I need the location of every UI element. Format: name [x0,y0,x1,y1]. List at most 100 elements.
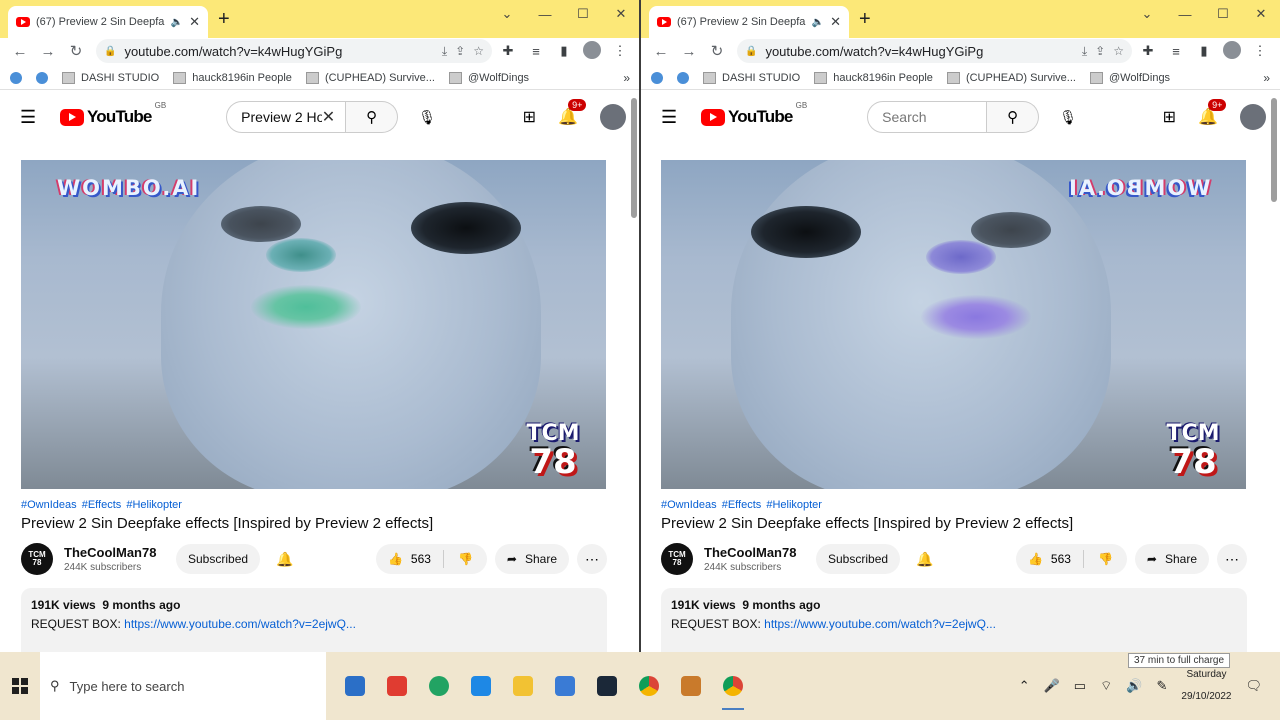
voice-search-mic-icon[interactable]: 🎙 [1053,102,1083,132]
address-bar[interactable]: 🔒 youtube.com/watch?v=k4wHugYGiPg ⤓ ⇪ ☆ [737,39,1132,63]
chevron-down-icon[interactable]: ⌄ [488,0,526,28]
subscribed-button[interactable]: Subscribed [176,544,261,574]
show-hidden-icons-icon[interactable]: ⌃ [1019,678,1030,694]
maximize-button[interactable]: ☐ [1204,0,1242,28]
request-link[interactable]: https://www.youtube.com/watch?v=2ejwQ... [764,617,996,631]
scroll-thumb[interactable] [631,98,637,218]
create-video-icon[interactable]: ⊞ [1163,107,1176,127]
bookmark-item[interactable]: @WolfDings [1089,71,1170,84]
volume-icon[interactable]: 🔊 [1126,678,1142,694]
back-icon[interactable]: ← [649,43,673,60]
channel-name[interactable]: TheCoolMan78 [704,545,802,560]
channel-avatar[interactable]: TCM 78 [661,543,693,575]
bookmark-item[interactable]: DASHI STUDIO [62,71,159,84]
youtube-logo[interactable]: YouTube GB [701,101,807,127]
notifications-bell-icon[interactable]: 🔔 9+ [1198,99,1227,127]
taskbar-search-box[interactable]: ⚲ Type here to search [40,652,326,720]
notification-bell-icon[interactable]: 🔔 [270,544,300,574]
bookmarks-overflow-button[interactable]: » [1263,71,1270,85]
share-button[interactable]: ➦ Share [494,544,569,574]
search-input[interactable]: Preview 2 Hor ✕ [226,101,347,133]
video-player[interactable]: WOMBO.AI TCM 78 [21,160,606,489]
search-button[interactable]: ⚲ [346,101,399,133]
bookmark-star-icon[interactable]: ☆ [1113,44,1124,58]
mail-icon[interactable] [462,660,500,712]
extensions-icon[interactable]: ✚ [496,43,520,59]
hamburger-menu-icon[interactable]: ☰ [661,107,685,128]
bookmark-item[interactable] [10,71,22,84]
request-link[interactable]: https://www.youtube.com/watch?v=2ejwQ... [124,617,356,631]
channel-name[interactable]: TheCoolMan78 [64,545,162,560]
minimize-button[interactable]: — [526,0,564,28]
hashtag-link[interactable]: #Helikopter [766,499,822,511]
taskbar-search-placeholder[interactable]: Type here to search [70,679,185,694]
close-window-button[interactable]: ✕ [602,0,640,28]
video-player[interactable]: WOMBO.AI TCM 78 [661,160,1246,489]
notification-bell-icon[interactable]: 🔔 [910,544,940,574]
bookmark-item[interactable]: hauck8196in People [814,71,933,84]
account-avatar[interactable] [600,104,626,130]
microphone-icon[interactable]: 🎤 [1044,678,1060,694]
file-explorer-icon[interactable] [504,660,542,712]
side-panel-icon[interactable]: ▮ [1192,43,1216,59]
search-button[interactable]: ⚲ [987,101,1040,133]
channel-avatar[interactable]: TCM 78 [21,543,53,575]
video-editor-icon[interactable] [378,660,416,712]
menu-kebab-icon[interactable]: ⋮ [608,43,632,59]
photos-icon[interactable] [546,660,584,712]
scroll-thumb[interactable] [1271,98,1277,202]
side-panel-icon[interactable]: ▮ [552,43,576,59]
forward-icon[interactable]: → [36,43,60,60]
subscribed-button[interactable]: Subscribed [816,544,901,574]
lock-icon[interactable]: 🔒 [745,46,757,57]
hashtag-link[interactable]: #OwnIdeas [661,499,717,511]
green-app-icon[interactable] [420,660,458,712]
maximize-button[interactable]: ☐ [564,0,602,28]
pen-icon[interactable]: ✎ [1157,678,1168,694]
speaker-icon[interactable]: 🔈 [812,17,824,28]
minimize-button[interactable]: — [1166,0,1204,28]
address-bar[interactable]: 🔒 youtube.com/watch?v=k4wHugYGiPg ⤓ ⇪ ☆ [96,39,492,63]
chrome-icon[interactable] [630,660,668,712]
tab-close-icon[interactable]: ✕ [189,14,200,30]
bookmark-item[interactable]: (CUPHEAD) Survive... [946,71,1076,84]
share-page-icon[interactable]: ⇪ [455,44,465,58]
hashtag-link[interactable]: #OwnIdeas [21,499,77,511]
share-button[interactable]: ➦ Share [1134,544,1209,574]
new-tab-button[interactable]: + [218,9,230,29]
lock-icon[interactable]: 🔒 [104,46,116,57]
voice-search-mic-icon[interactable]: 🎙 [412,102,442,132]
profile-icon[interactable] [1220,40,1244,62]
battery-icon[interactable]: ▭ [1074,678,1086,694]
clear-search-icon[interactable]: ✕ [322,107,335,127]
tab-close-icon[interactable]: ✕ [830,14,841,30]
speaker-icon[interactable]: 🔈 [171,17,183,28]
bookmark-item[interactable]: (CUPHEAD) Survive... [305,71,435,84]
url-text[interactable]: youtube.com/watch?v=k4wHugYGiPg [765,44,1073,59]
chevron-down-icon[interactable]: ⌄ [1128,0,1166,28]
search-query[interactable]: Preview 2 Hor [241,109,322,125]
reload-icon[interactable]: ↻ [705,42,729,60]
media-icon[interactable] [588,660,626,712]
url-text[interactable]: youtube.com/watch?v=k4wHugYGiPg [124,44,433,59]
bookmark-item[interactable] [36,71,48,84]
bookmark-item[interactable] [677,71,689,84]
like-button[interactable]: 👍 563 [1016,550,1084,568]
hashtag-link[interactable]: #Effects [722,499,762,511]
bookmark-item[interactable] [651,71,663,84]
wifi-icon[interactable]: ⌔ [1100,678,1112,694]
hashtag-link[interactable]: #Helikopter [126,499,182,511]
description-box[interactable]: 191K views 9 months ago REQUEST BOX: htt… [661,588,1247,652]
start-button[interactable] [0,652,40,720]
account-avatar[interactable] [1240,104,1266,130]
search-placeholder[interactable]: Search [882,109,976,125]
extensions-icon[interactable]: ✚ [1136,43,1160,59]
media-controls-icon[interactable]: ≡ [1164,44,1188,59]
hashtag-link[interactable]: #Effects [82,499,122,511]
install-icon[interactable]: ⤓ [1082,44,1087,59]
chrome-active-icon[interactable] [714,660,752,712]
bookmark-item[interactable]: hauck8196in People [173,71,292,84]
more-actions-icon[interactable]: ⋯ [1217,544,1247,574]
browser-tab[interactable]: (67) Preview 2 Sin Deepfake 🔈 ✕ [8,6,208,38]
close-window-button[interactable]: ✕ [1242,0,1280,28]
